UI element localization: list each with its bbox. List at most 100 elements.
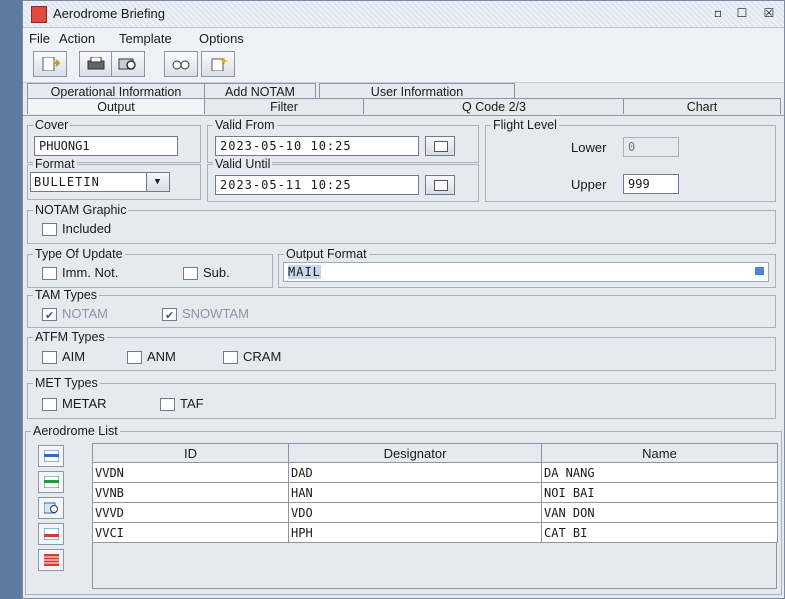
column-header-designator[interactable]: Designator — [288, 443, 542, 463]
snowtam-checkbox[interactable]: ✔ SNOWTAM — [162, 306, 249, 322]
new-document-button[interactable] — [33, 51, 67, 77]
imm-not-checkbox[interactable]: Imm. Not. — [42, 265, 118, 281]
check-icon: ✔ — [165, 310, 175, 322]
valid-from-calendar-button[interactable] — [425, 136, 455, 156]
edit-row-icon — [44, 476, 59, 488]
type-of-update-label: Type Of Update — [33, 247, 125, 261]
cell-id[interactable]: VVCI — [92, 522, 289, 543]
valid-until-label: Valid Until — [213, 157, 273, 171]
cell-designator[interactable]: HPH — [288, 522, 542, 543]
valid-until-calendar-button[interactable] — [425, 175, 455, 195]
cell-name[interactable]: NOI BAI — [541, 482, 778, 503]
cell-name[interactable]: VAN DON — [541, 502, 778, 523]
aim-checkbox[interactable]: AIM — [42, 349, 85, 365]
flight-level-label: Flight Level — [491, 118, 559, 132]
maximize-icon[interactable]: ☐ — [733, 5, 751, 21]
notam-checkbox[interactable]: ✔ NOTAM — [42, 306, 108, 322]
menu-file[interactable]: File — [29, 31, 50, 46]
menu-action[interactable]: Action — [59, 31, 95, 46]
met-types-label: MET Types — [33, 376, 100, 390]
output-format-label: Output Format — [284, 247, 369, 261]
title-bar[interactable]: Aerodrome Briefing ▫ ☐ ☒ — [23, 1, 784, 28]
format-label: Format — [33, 157, 77, 171]
cell-name[interactable]: DA NANG — [541, 462, 778, 483]
new-document-icon — [42, 57, 60, 71]
lower-label: Lower — [571, 140, 607, 155]
cell-id[interactable]: VVDN — [92, 462, 289, 483]
met-types-group: MET Types — [27, 376, 776, 419]
table-row[interactable]: VVCI HPH CAT BI — [92, 522, 778, 543]
tab-add-notam[interactable]: Add NOTAM — [204, 83, 316, 99]
menu-bar: File Action Template Options — [23, 28, 784, 48]
sub-checkbox[interactable]: Sub. — [183, 265, 230, 281]
calendar-icon — [434, 180, 448, 191]
valid-until-input[interactable]: 2023-05-11 10:25 — [215, 175, 419, 195]
format-select[interactable]: BULLETIN ▼ — [30, 172, 170, 192]
check-icon: ✔ — [45, 310, 55, 322]
new-template-button[interactable] — [201, 51, 235, 77]
output-format-field[interactable]: MAIL — [283, 262, 769, 282]
tam-types-label: TAM Types — [33, 288, 100, 302]
tab-user-information[interactable]: User Information — [319, 83, 515, 99]
preview-button[interactable] — [111, 51, 145, 77]
clear-aerodromes-button[interactable] — [38, 549, 64, 571]
output-format-value: MAIL — [288, 265, 321, 279]
included-checkbox[interactable]: Included — [42, 221, 111, 237]
aerodrome-briefing-window: Aerodrome Briefing ▫ ☐ ☒ File Action Tem… — [22, 0, 785, 599]
add-aerodrome-button[interactable] — [38, 445, 64, 467]
edit-aerodrome-button[interactable] — [38, 471, 64, 493]
cram-checkbox[interactable]: CRAM — [223, 349, 281, 365]
minimize-icon[interactable]: ▫ — [709, 5, 727, 21]
sparkle-document-icon — [211, 57, 228, 71]
search-aerodrome-button[interactable] — [38, 497, 64, 519]
tab-chart[interactable]: Chart — [623, 98, 781, 114]
table-row[interactable]: VVNB HAN NOI BAI — [92, 482, 778, 503]
search-icon — [118, 58, 136, 70]
notam-graphic-label: NOTAM Graphic — [33, 203, 129, 217]
remove-row-icon — [44, 528, 59, 540]
aerodrome-list-label: Aerodrome List — [31, 424, 120, 438]
notam-graphic-group: NOTAM Graphic — [27, 203, 776, 244]
table-row[interactable]: VVDN DAD DA NANG — [92, 462, 778, 483]
cover-label: Cover — [33, 118, 71, 132]
cell-id[interactable]: VVNB — [92, 482, 289, 503]
calendar-icon — [434, 141, 448, 152]
search-icon — [44, 502, 58, 514]
menu-options[interactable]: Options — [199, 31, 244, 46]
close-icon[interactable]: ☒ — [760, 5, 778, 21]
cell-designator[interactable]: DAD — [288, 462, 542, 483]
cover-input[interactable]: PHUONG1 — [34, 136, 178, 156]
cell-id[interactable]: VVVD — [92, 502, 289, 523]
format-value: BULLETIN — [34, 175, 100, 189]
output-panel: Cover PHUONG1 Valid From 2023-05-10 10:2… — [25, 116, 782, 420]
cell-designator[interactable]: HAN — [288, 482, 542, 503]
remove-aerodrome-button[interactable] — [38, 523, 64, 545]
taf-checkbox[interactable]: TAF — [160, 396, 204, 412]
tab-filter[interactable]: Filter — [204, 98, 364, 114]
lower-input[interactable]: 0 — [623, 137, 679, 157]
table-row[interactable]: VVVD VDO VAN DON — [92, 502, 778, 523]
upper-label: Upper — [571, 177, 607, 192]
cell-name[interactable]: CAT BI — [541, 522, 778, 543]
column-header-id[interactable]: ID — [92, 443, 289, 463]
cell-designator[interactable]: VDO — [288, 502, 542, 523]
view-button[interactable] — [164, 51, 198, 77]
print-button[interactable] — [79, 51, 113, 77]
upper-input[interactable]: 999 — [623, 174, 679, 194]
tab-q-code[interactable]: Q Code 2/3 — [363, 98, 625, 114]
metar-checkbox[interactable]: METAR — [42, 396, 107, 412]
aerodrome-table: ID Designator Name VVDN DAD DA NANG VVNB… — [92, 443, 778, 543]
tab-output[interactable]: Output — [27, 98, 205, 114]
anm-checkbox[interactable]: ANM — [127, 349, 176, 365]
print-icon — [87, 57, 105, 70]
aerodrome-list-section: Aerodrome List ID Designator Name VVDN D… — [25, 424, 782, 597]
tam-types-group: TAM Types — [27, 288, 776, 328]
chevron-down-icon[interactable]: ▼ — [146, 173, 169, 191]
delete-all-icon — [44, 554, 59, 566]
menu-template[interactable]: Template — [119, 31, 172, 46]
dropdown-icon[interactable] — [755, 267, 764, 275]
valid-from-input[interactable]: 2023-05-10 10:25 — [215, 136, 419, 156]
tab-operational-information[interactable]: Operational Information — [27, 83, 205, 99]
column-header-name[interactable]: Name — [541, 443, 778, 463]
glasses-icon — [172, 60, 190, 70]
